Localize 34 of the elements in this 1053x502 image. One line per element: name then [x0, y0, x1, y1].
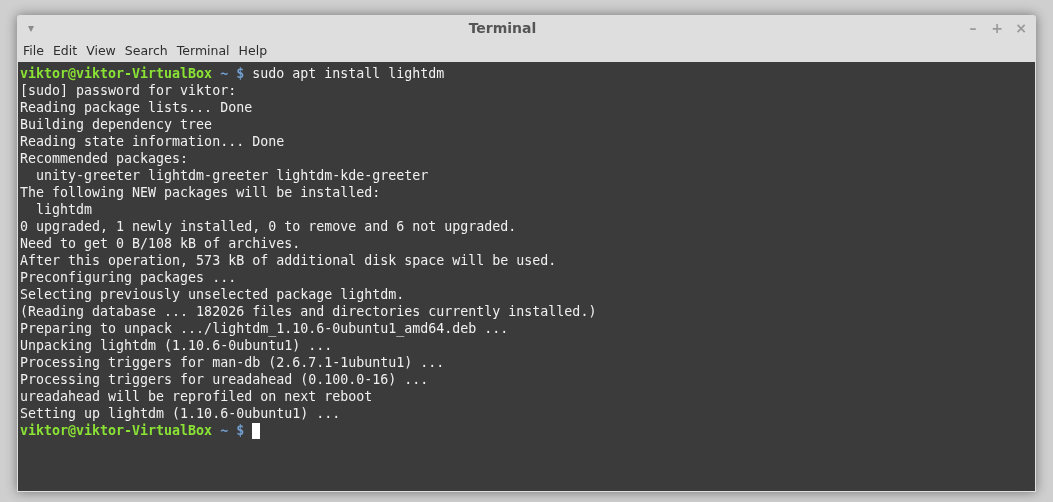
output-line: Unpacking lightdm (1.10.6-0ubuntu1) ...: [20, 337, 333, 354]
output-line: The following NEW packages will be installed:: [20, 184, 381, 201]
menu-item[interactable]: View: [86, 41, 116, 61]
prompt-path: ~: [220, 65, 229, 82]
prompt-path: ~: [220, 422, 229, 439]
menu-item[interactable]: Terminal: [176, 41, 230, 61]
menu-item[interactable]: Help: [238, 41, 268, 61]
output-line: Selecting previously unselected package lightdm.: [20, 286, 405, 303]
output-line: [sudo] password for viktor:: [20, 82, 237, 99]
menu-item[interactable]: File: [23, 41, 44, 61]
output-line: Setting up lightdm (1.10.6-0ubuntu1) ...: [20, 405, 341, 422]
command-text: sudo apt install lightdm: [252, 65, 445, 82]
output-line: Reading state information... Done: [20, 133, 285, 150]
prompt-symbol: $: [236, 65, 245, 82]
window-title: Terminal: [468, 18, 537, 38]
output-line: (Reading database ... 182026 files and directories currently installed.): [20, 303, 597, 320]
output-line: ureadahead will be reprofiled on next reboot: [20, 388, 373, 405]
output-line: Processing triggers for ureadahead (0.100.0-16) ...: [20, 371, 429, 388]
menu-item[interactable]: Search: [124, 41, 168, 61]
output-line: Preparing to unpack .../lightdm_1.10.6-0ubuntu1_amd64.deb ...: [20, 320, 509, 337]
output-line: Reading package lists... Done: [20, 99, 253, 116]
menu-item[interactable]: Edit: [52, 41, 78, 61]
output-line: Processing triggers for man-db (2.6.7.1-1ubuntu1) ...: [20, 354, 445, 371]
output-line: Need to get 0 B/108 kB of archives.: [20, 235, 301, 252]
prompt-user-host: viktor@viktor-VirtualBox: [20, 65, 213, 82]
output-line: Preconfiguring packages ...: [20, 269, 237, 286]
output-line: Building dependency tree: [20, 116, 213, 133]
output-line: 0 upgraded, 1 newly installed, 0 to remove and 6 not upgraded.: [20, 218, 517, 235]
output-line: Recommended packages:: [20, 150, 189, 167]
prompt-user-host: viktor@viktor-VirtualBox: [20, 422, 213, 439]
prompt-symbol: $: [236, 422, 245, 439]
output-line: lightdm: [35, 201, 93, 218]
output-line: unity-greeter lightdm-greeter lightdm-kde-greeter: [35, 167, 429, 184]
output-line: After this operation, 573 kB of additional disk space will be used.: [20, 252, 557, 269]
